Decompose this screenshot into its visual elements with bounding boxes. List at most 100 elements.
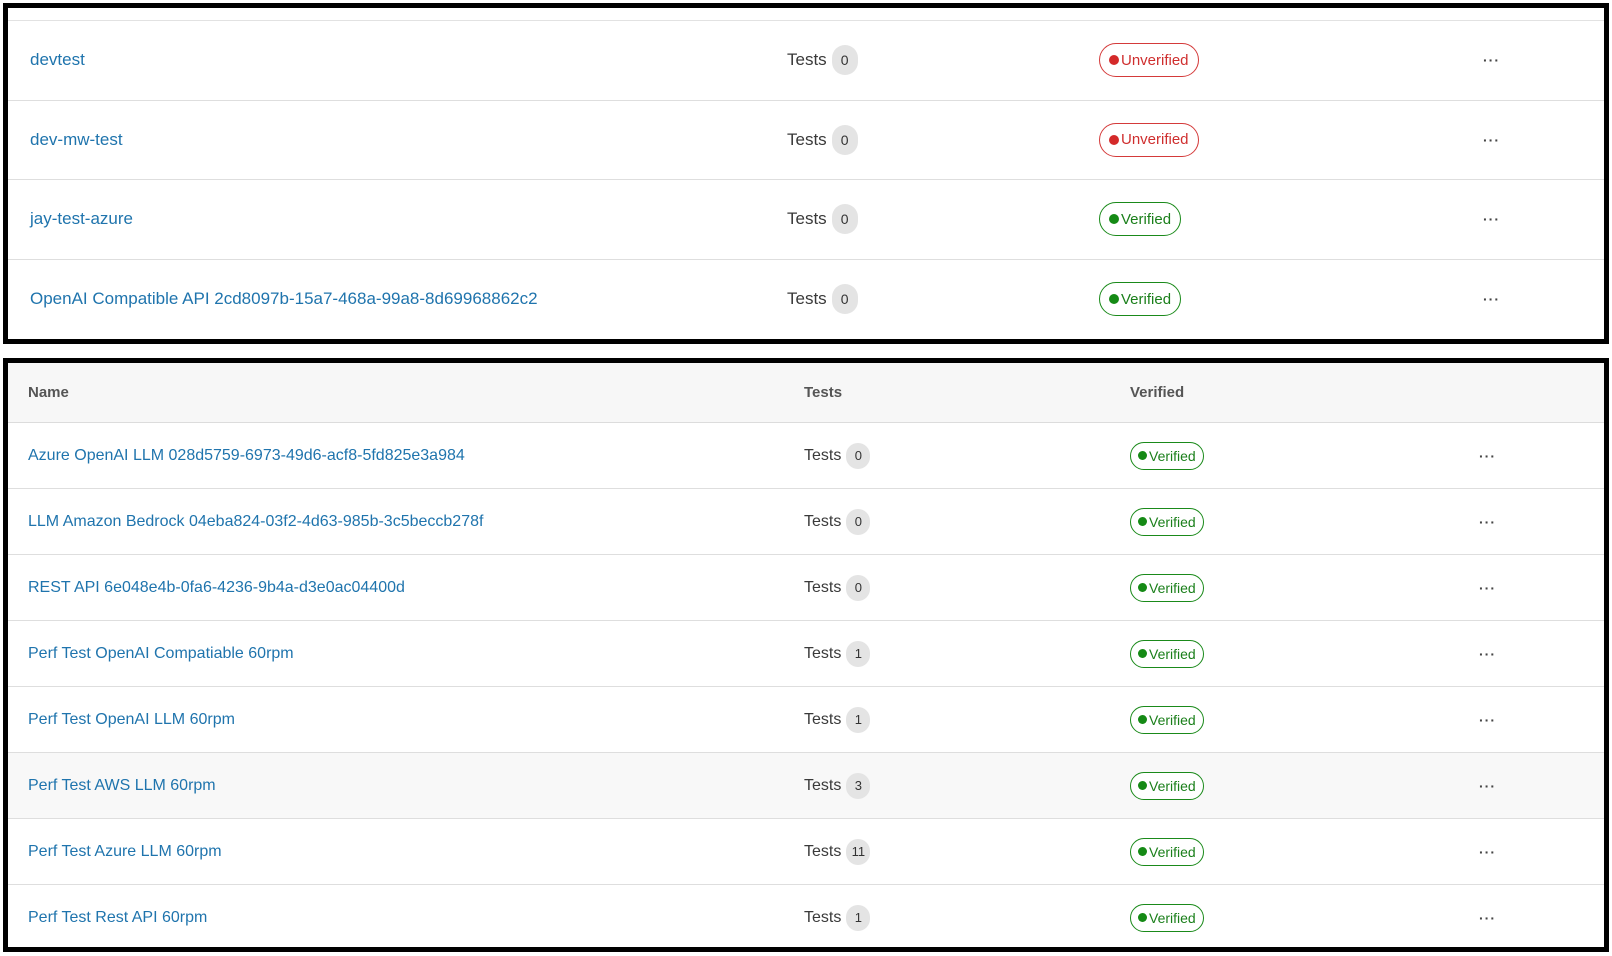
test-count-badge: 0 <box>831 284 858 315</box>
status-label: Unverified <box>1121 51 1189 69</box>
test-count-badge: 0 <box>846 508 871 535</box>
table-row: OpenAI Compatible API 2cd8097b-15a7-468a… <box>8 259 1604 339</box>
test-count-badge: 0 <box>831 124 858 155</box>
integrations-table-top: devtest Tests 0 Unverified ··· dev-mw-tes… <box>3 3 1609 344</box>
more-options-icon[interactable]: ··· <box>1479 581 1496 595</box>
tests-label: Tests <box>787 50 827 70</box>
test-count-badge: 1 <box>846 904 871 931</box>
tests-label: Tests <box>787 209 827 229</box>
integration-name-link[interactable]: LLM Amazon Bedrock 04eba824-03f2-4d63-98… <box>28 513 483 531</box>
status-badge: Verified <box>1130 837 1204 866</box>
status-badge: Verified <box>1130 705 1204 734</box>
table-row: Perf Test Rest API 60rpm Tests 1 Verified… <box>8 885 1604 947</box>
integrations-table-bottom: Name Tests Verified Azure OpenAI LLM 028… <box>3 358 1609 952</box>
table-row: jay-test-azure Tests 0 Verified ··· <box>8 180 1604 260</box>
status-badge: Verified <box>1130 771 1204 800</box>
integration-name-link[interactable]: devtest <box>30 50 85 70</box>
tests-label: Tests <box>804 776 842 794</box>
integration-name-link[interactable]: OpenAI Compatible API 2cd8097b-15a7-468a… <box>30 289 538 309</box>
more-options-icon[interactable]: ··· <box>1479 515 1496 529</box>
status-label: Verified <box>1121 210 1172 228</box>
integration-name-link[interactable]: Azure OpenAI LLM 028d5759-6973-49d6-acf8… <box>28 447 465 465</box>
status-dot-icon <box>1109 134 1119 145</box>
status-label: Verified <box>1149 447 1196 464</box>
status-badge: Verified <box>1099 282 1182 317</box>
tests-label: Tests <box>787 289 827 309</box>
test-count-badge: 3 <box>846 772 871 799</box>
tests-label: Tests <box>804 710 842 728</box>
status-dot-icon <box>1138 847 1147 856</box>
tests-label: Tests <box>804 446 842 464</box>
integration-name-link[interactable]: Perf Test OpenAI LLM 60rpm <box>28 711 235 729</box>
more-options-icon[interactable]: ··· <box>1483 292 1500 306</box>
status-dot-icon <box>1138 715 1147 724</box>
status-badge: Verified <box>1130 441 1204 470</box>
test-count-badge: 0 <box>846 574 871 601</box>
status-badge: Verified <box>1099 202 1182 237</box>
more-options-icon[interactable]: ··· <box>1479 845 1496 859</box>
tests-label: Tests <box>804 842 842 860</box>
tests-label: Tests <box>804 908 842 926</box>
table-row: REST API 6e048e4b-0fa6-4236-9b4a-d3e0ac0… <box>8 555 1604 621</box>
status-label: Verified <box>1149 711 1196 728</box>
integration-name-link[interactable]: REST API 6e048e4b-0fa6-4236-9b4a-d3e0ac0… <box>28 579 405 597</box>
status-label: Unverified <box>1121 131 1189 149</box>
status-label: Verified <box>1149 777 1196 794</box>
integration-name-link[interactable]: dev-mw-test <box>30 130 123 150</box>
status-label: Verified <box>1149 579 1196 596</box>
status-badge: Verified <box>1130 903 1204 932</box>
status-dot-icon <box>1138 517 1147 526</box>
more-options-icon[interactable]: ··· <box>1479 911 1496 925</box>
table-row: Perf Test AWS LLM 60rpm Tests 3 Verified … <box>8 753 1604 819</box>
status-badge: Unverified <box>1099 43 1199 78</box>
status-badge: Verified <box>1130 507 1204 536</box>
status-label: Verified <box>1149 645 1196 662</box>
test-count-badge: 11 <box>846 838 871 865</box>
status-label: Verified <box>1149 909 1196 926</box>
status-label: Verified <box>1149 513 1196 530</box>
status-badge: Verified <box>1130 573 1204 602</box>
status-label: Verified <box>1121 290 1172 308</box>
integration-name-link[interactable]: Perf Test Rest API 60rpm <box>28 909 207 927</box>
table-header-row: Name Tests Verified <box>8 363 1604 423</box>
status-label: Verified <box>1149 843 1196 860</box>
column-header-verified[interactable]: Verified <box>1130 384 1184 401</box>
integration-name-link[interactable]: jay-test-azure <box>30 209 133 229</box>
integration-name-link[interactable]: Perf Test Azure LLM 60rpm <box>28 843 222 861</box>
table-row: Perf Test OpenAI Compatiable 60rpm Tests… <box>8 621 1604 687</box>
status-dot-icon <box>1138 781 1147 790</box>
table-row: Azure OpenAI LLM 028d5759-6973-49d6-acf8… <box>8 423 1604 489</box>
test-count-badge: 0 <box>846 442 871 469</box>
column-header-tests[interactable]: Tests <box>804 384 842 401</box>
tests-label: Tests <box>787 129 827 149</box>
status-dot-icon <box>1138 913 1147 922</box>
status-dot-icon <box>1109 294 1119 305</box>
status-badge: Unverified <box>1099 122 1199 157</box>
table-row: LLM Amazon Bedrock 04eba824-03f2-4d63-98… <box>8 489 1604 555</box>
tests-label: Tests <box>804 644 842 662</box>
integration-name-link[interactable]: Perf Test AWS LLM 60rpm <box>28 777 216 795</box>
more-options-icon[interactable]: ··· <box>1479 779 1496 793</box>
column-header-name[interactable]: Name <box>28 384 69 401</box>
table-row: devtest Tests 0 Unverified ··· <box>8 21 1604 101</box>
test-count-badge: 1 <box>846 706 871 733</box>
more-options-icon[interactable]: ··· <box>1483 53 1500 67</box>
more-options-icon[interactable]: ··· <box>1479 449 1496 463</box>
more-options-icon[interactable]: ··· <box>1479 713 1496 727</box>
table-top-edge <box>8 8 1604 21</box>
table-row: Perf Test Azure LLM 60rpm Tests 11 Verifi… <box>8 819 1604 885</box>
more-options-icon[interactable]: ··· <box>1479 647 1496 661</box>
status-dot-icon <box>1138 451 1147 460</box>
status-badge: Verified <box>1130 639 1204 668</box>
integration-name-link[interactable]: Perf Test OpenAI Compatiable 60rpm <box>28 645 294 663</box>
more-options-icon[interactable]: ··· <box>1483 212 1500 226</box>
tests-label: Tests <box>804 512 842 530</box>
test-count-badge: 0 <box>831 45 858 76</box>
tests-label: Tests <box>804 578 842 596</box>
test-count-badge: 0 <box>831 204 858 235</box>
status-dot-icon <box>1109 214 1119 225</box>
more-options-icon[interactable]: ··· <box>1483 133 1500 147</box>
table-row: Perf Test OpenAI LLM 60rpm Tests 1 Verifi… <box>8 687 1604 753</box>
status-dot-icon <box>1138 649 1147 658</box>
status-dot-icon <box>1138 583 1147 592</box>
